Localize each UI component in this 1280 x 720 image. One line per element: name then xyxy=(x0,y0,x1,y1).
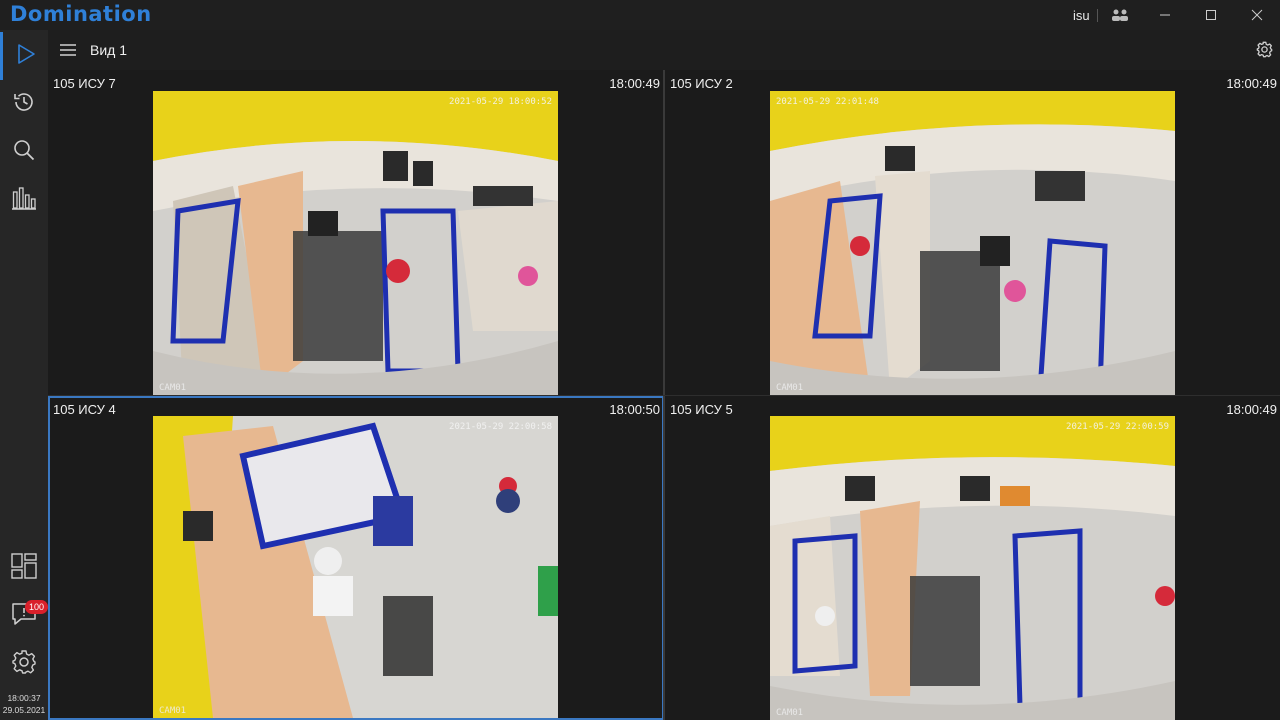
clock-date: 29.05.2021 xyxy=(2,705,46,715)
camera-tile[interactable]: 105 ИСУ 2 18:00:49 2021-05-29 22:01:48 C… xyxy=(665,70,1280,395)
title-bar: Domination isu xyxy=(0,0,1280,30)
history-icon xyxy=(12,90,36,119)
camera-feed-image xyxy=(770,416,1175,720)
camera-name: 105 ИСУ 2 xyxy=(670,76,733,91)
camera-tile[interactable]: 105 ИСУ 5 18:00:49 2021-05-29 22:00:59 C… xyxy=(665,396,1280,720)
title-separator xyxy=(1097,9,1098,22)
menu-icon[interactable] xyxy=(60,43,76,62)
camera-feed[interactable]: 2021-05-29 22:00:58 CAM01 xyxy=(153,416,558,718)
camera-tile-selected[interactable]: 105 ИСУ 4 18:00:50 2021-05-29 22:00:58 C… xyxy=(48,396,664,720)
camera-feed-image xyxy=(153,416,558,718)
grid-divider-horizontal xyxy=(48,395,1280,396)
sidebar-item-live[interactable] xyxy=(0,32,48,80)
osd-timestamp: 2021-05-29 18:00:52 xyxy=(449,97,552,107)
app-title: Domination xyxy=(10,2,152,26)
view-settings-icon[interactable] xyxy=(1256,41,1273,63)
osd-timestamp: 2021-05-29 22:01:48 xyxy=(776,97,879,107)
settings-icon xyxy=(11,649,37,680)
camera-time: 18:00:50 xyxy=(609,402,660,417)
sidebar-item-archive[interactable] xyxy=(0,80,48,128)
osd-timestamp: 2021-05-29 22:00:59 xyxy=(1066,422,1169,432)
sidebar: 100 18:00:37 29.05.2021 xyxy=(0,30,49,720)
view-header: Вид 1 xyxy=(48,30,1280,70)
camera-osd-label: CAM01 xyxy=(159,383,187,393)
camera-feed[interactable]: 2021-05-29 22:00:59 CAM01 xyxy=(770,416,1175,720)
camera-tile[interactable]: 105 ИСУ 7 18:00:49 2021-05-29 18:00:52 C… xyxy=(48,70,664,395)
camera-feed[interactable]: 2021-05-29 18:00:52 CAM01 xyxy=(153,91,558,395)
camera-osd-label: CAM01 xyxy=(159,706,187,716)
search-icon xyxy=(12,138,36,167)
maximize-icon[interactable] xyxy=(1201,5,1221,25)
messages-badge: 100 xyxy=(25,600,49,614)
camera-feed[interactable]: 2021-05-29 22:01:48 CAM01 xyxy=(770,91,1175,395)
camera-grid: 105 ИСУ 7 18:00:49 2021-05-29 18:00:52 C… xyxy=(48,70,1280,720)
layouts-icon xyxy=(11,552,37,584)
sidebar-item-settings[interactable] xyxy=(0,640,48,688)
sidebar-clock: 18:00:37 29.05.2021 xyxy=(0,692,48,716)
camera-time: 18:00:49 xyxy=(1226,402,1277,417)
user-name[interactable]: isu xyxy=(1073,8,1090,23)
sidebar-item-analytics[interactable] xyxy=(0,176,48,224)
sidebar-item-layouts[interactable] xyxy=(0,544,48,592)
camera-feed-image xyxy=(770,91,1175,395)
camera-time: 18:00:49 xyxy=(1226,76,1277,91)
camera-osd-label: CAM01 xyxy=(776,708,804,718)
sidebar-item-search[interactable] xyxy=(0,128,48,176)
play-icon xyxy=(15,43,37,70)
view-title: Вид 1 xyxy=(90,42,128,58)
clock-time: 18:00:37 xyxy=(7,693,41,703)
camera-time: 18:00:49 xyxy=(609,76,660,91)
close-icon[interactable] xyxy=(1247,5,1267,25)
camera-feed-image xyxy=(153,91,558,395)
camera-name: 105 ИСУ 7 xyxy=(53,76,116,91)
camera-name: 105 ИСУ 4 xyxy=(53,402,116,417)
analytics-icon xyxy=(11,186,37,215)
osd-timestamp: 2021-05-29 22:00:58 xyxy=(449,422,552,432)
camera-osd-label: CAM01 xyxy=(776,383,804,393)
sidebar-item-messages[interactable]: 100 xyxy=(0,592,49,640)
users-icon[interactable] xyxy=(1110,5,1130,25)
camera-name: 105 ИСУ 5 xyxy=(670,402,733,417)
minimize-icon[interactable] xyxy=(1155,5,1175,25)
